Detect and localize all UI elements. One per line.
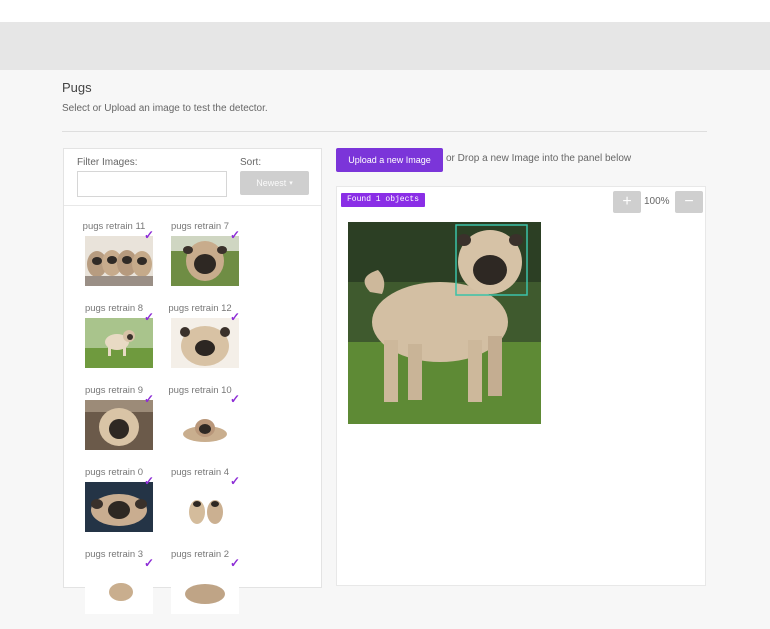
thumbnail-image[interactable]: [85, 564, 153, 614]
check-icon: ✓: [230, 392, 241, 406]
caret-down-icon: ▾: [289, 180, 293, 187]
thumbnail-image[interactable]: [85, 318, 153, 368]
list-item[interactable]: pugs retrain 10 ✓: [160, 385, 240, 465]
found-objects-badge: Found 1 objects: [341, 193, 426, 207]
thumbnail-image[interactable]: [171, 564, 239, 614]
thumb-label: pugs retrain 0: [84, 467, 144, 478]
thumb-label: pugs retrain 11: [82, 221, 146, 232]
thumb-label: pugs retrain 2: [170, 549, 230, 560]
thumb-label: pugs retrain 4: [170, 467, 230, 478]
filter-images-input[interactable]: [77, 171, 227, 197]
thumb-label: pugs retrain 10: [168, 385, 232, 396]
list-item[interactable]: pugs retrain 9 ✓: [74, 385, 154, 465]
upload-hint: or Drop a new Image into the panel below: [446, 153, 632, 164]
check-icon: ✓: [230, 228, 241, 242]
detection-canvas-panel[interactable]: Found 1 objects + 100% −: [336, 186, 706, 586]
check-icon: ✓: [144, 228, 155, 242]
list-divider: [64, 205, 321, 206]
list-item[interactable]: pugs retrain 2 ✓: [160, 549, 240, 629]
check-icon: ✓: [230, 556, 241, 570]
thumbnail-image[interactable]: [171, 482, 239, 532]
thumb-label: pugs retrain 9: [84, 385, 144, 396]
thumbnail-image[interactable]: [171, 400, 239, 450]
list-item[interactable]: pugs retrain 4 ✓: [160, 467, 240, 547]
upload-image-button[interactable]: Upload a new Image: [336, 148, 443, 172]
selected-image[interactable]: [348, 222, 541, 424]
filter-label: Filter Images:: [77, 157, 138, 168]
thumbnail-image[interactable]: [85, 400, 153, 450]
thumbnail-image[interactable]: [171, 318, 239, 368]
list-item[interactable]: pugs retrain 7 ✓: [160, 221, 240, 301]
thumbnail-image[interactable]: [85, 482, 153, 532]
header-divider: [62, 131, 707, 132]
page-title: Pugs: [62, 80, 92, 95]
page-subtitle: Select or Upload an image to test the de…: [62, 103, 268, 114]
check-icon: ✓: [144, 310, 155, 324]
app-header-bar: [0, 22, 770, 70]
browser-top-strip: [0, 0, 770, 22]
sort-value: Newest: [256, 178, 287, 188]
zoom-out-button[interactable]: −: [675, 191, 703, 213]
thumb-label: pugs retrain 7: [170, 221, 230, 232]
check-icon: ✓: [230, 310, 241, 324]
thumb-label: pugs retrain 8: [84, 303, 144, 314]
list-item[interactable]: pugs retrain 3 ✓: [74, 549, 154, 629]
list-item[interactable]: pugs retrain 12 ✓: [160, 303, 240, 383]
image-list-panel: Filter Images: Sort: Newest ▾ pugs retra…: [63, 148, 322, 614]
thumbnail-image[interactable]: [85, 236, 153, 286]
list-item[interactable]: pugs retrain 8 ✓: [74, 303, 154, 383]
thumb-label: pugs retrain 12: [168, 303, 232, 314]
sort-label: Sort:: [240, 157, 262, 168]
check-icon: ✓: [230, 474, 241, 488]
zoom-in-button[interactable]: +: [613, 191, 641, 213]
list-item[interactable]: pugs retrain 0 ✓: [74, 467, 154, 547]
list-item[interactable]: pugs retrain 11 ✓: [74, 221, 154, 301]
zoom-level: 100%: [644, 196, 670, 207]
thumb-label: pugs retrain 3: [84, 549, 144, 560]
check-icon: ✓: [144, 392, 155, 406]
thumbnail-image[interactable]: [171, 236, 239, 286]
check-icon: ✓: [144, 556, 155, 570]
sort-dropdown[interactable]: Newest ▾: [240, 171, 309, 195]
check-icon: ✓: [144, 474, 155, 488]
